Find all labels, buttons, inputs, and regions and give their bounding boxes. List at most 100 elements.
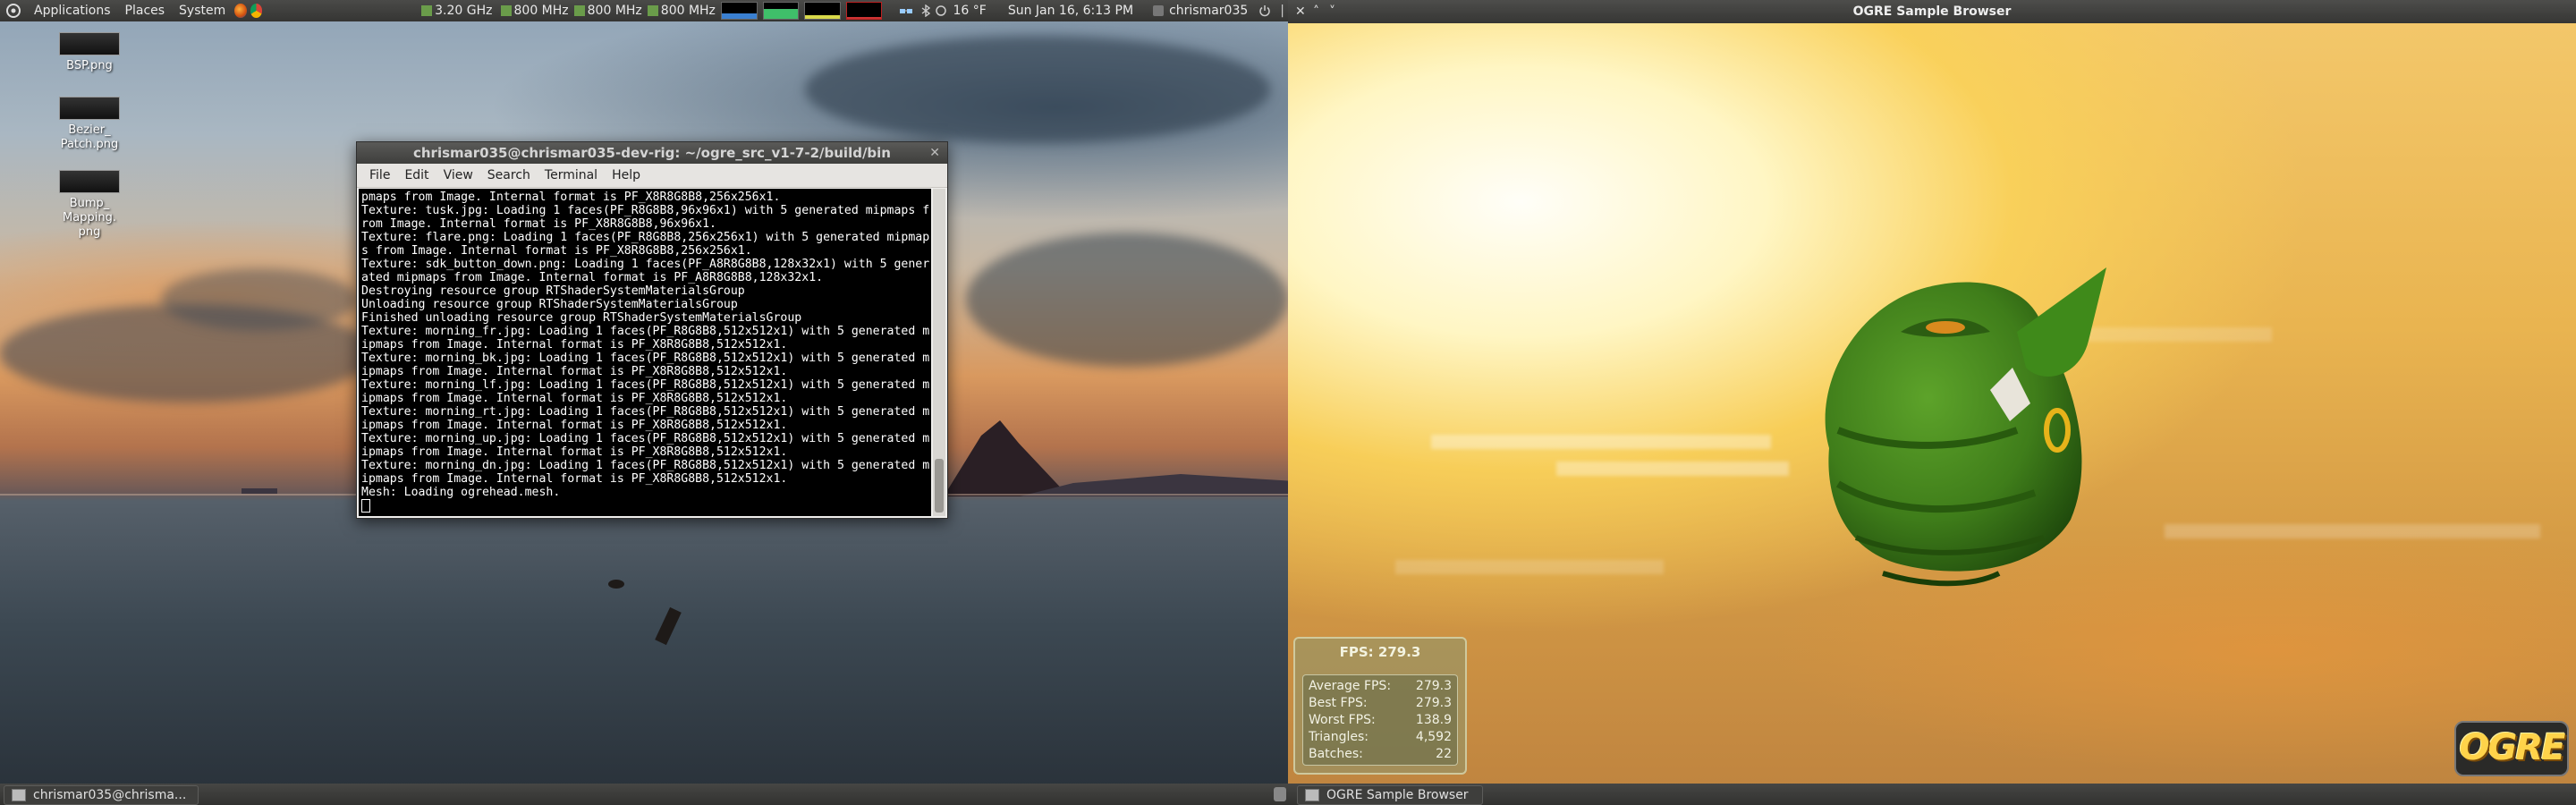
- stat-average-fps: Average FPS: 279.3: [1309, 678, 1452, 695]
- menu-file[interactable]: File: [362, 168, 397, 182]
- terminal-output[interactable]: pmaps from Image. Internal format is PF_…: [359, 189, 931, 516]
- cpu-freq-0[interactable]: 3.20 GHz: [416, 0, 497, 21]
- close-icon[interactable]: ✕: [1295, 0, 1306, 23]
- desktop-icon-bump-mapping[interactable]: Bump_ Mapping. png: [54, 170, 125, 240]
- user-icon: [1153, 5, 1165, 16]
- stat-worst-fps: Worst FPS: 138.9: [1309, 712, 1452, 729]
- terminal-line: Unloading resource group RTShaderSystemM…: [361, 298, 738, 311]
- cpu-freq-label: 3.20 GHz: [435, 4, 493, 18]
- cpu-chip-icon: [647, 5, 658, 16]
- stat-label: Average FPS:: [1309, 679, 1392, 693]
- terminal-line: ipmaps from Image. Internal format is PF…: [361, 365, 788, 378]
- cpu-load-graph[interactable]: [720, 2, 758, 20]
- maximize-icon[interactable]: ˄: [1313, 0, 1319, 23]
- desktop-icon-label: Bump_ Mapping. png: [63, 197, 116, 239]
- terminal-icon: [12, 789, 26, 801]
- menu-search[interactable]: Search: [480, 168, 538, 182]
- scrollbar-thumb[interactable]: [935, 459, 944, 513]
- terminal-line: Texture: tusk.jpg: Loading 1 faces(PF_R8…: [361, 204, 930, 217]
- menu-terminal[interactable]: Terminal: [538, 168, 605, 182]
- terminal-line: s from Image. Internal format is PF_X8R8…: [361, 244, 752, 258]
- stat-triangles: Triangles: 4,592: [1309, 729, 1452, 746]
- terminal-line: ated mipmaps from Image. Internal format…: [361, 271, 824, 284]
- ogre-window-title: OGRE Sample Browser: [1852, 4, 2012, 19]
- window-icon: [1305, 789, 1319, 801]
- memory-load-graph[interactable]: [762, 2, 800, 20]
- terminal-line: ipmaps from Image. Internal format is PF…: [361, 419, 788, 432]
- desktop-icon-label: Bezier_ Patch.png: [60, 123, 119, 151]
- menu-edit[interactable]: Edit: [397, 168, 436, 182]
- bluetooth-icon[interactable]: [919, 0, 933, 21]
- show-desktop-icon[interactable]: [1274, 787, 1286, 801]
- terminal-line: Texture: morning_lf.jpg: Loading 1 faces…: [361, 378, 930, 392]
- cpu-freq-label: 800 MHz: [587, 4, 642, 18]
- firefox-launcher-icon[interactable]: [234, 4, 247, 18]
- ogre-render-viewport[interactable]: FPS: 279.3 Average FPS: 279.3 Best FPS: 27…: [1288, 23, 2576, 784]
- ogre-head-model: [1825, 267, 2106, 587]
- stat-value: 4,592: [1415, 730, 1452, 744]
- image-file-icon: [59, 97, 120, 120]
- stat-label: Worst FPS:: [1309, 713, 1376, 727]
- cpu-freq-1[interactable]: 800 MHz: [498, 0, 572, 21]
- ogre-titlebar[interactable]: ✕ ˄ ˅ OGRE Sample Browser: [1288, 0, 2576, 23]
- terminal-scrollbar[interactable]: [933, 189, 945, 516]
- menu-places[interactable]: Places: [118, 4, 173, 18]
- swap-load-graph[interactable]: [845, 2, 883, 20]
- cpu-chip-icon: [500, 5, 512, 16]
- menu-system[interactable]: System: [172, 4, 233, 18]
- user-switcher[interactable]: chrismar035: [1148, 0, 1253, 21]
- terminal-line: Texture: morning_fr.jpg: Loading 1 faces…: [361, 325, 930, 338]
- stat-batches: Batches: 22: [1309, 746, 1452, 763]
- bottom-panel-left: chrismar035@chrisma...: [0, 784, 1288, 805]
- close-icon[interactable]: ✕: [929, 142, 940, 164]
- distro-logo-icon[interactable]: [0, 0, 27, 21]
- stats-panel: FPS: 279.3 Average FPS: 279.3 Best FPS: 27…: [1293, 637, 1467, 775]
- stat-label: Best FPS:: [1309, 696, 1368, 710]
- terminal-line: ipmaps from Image. Internal format is PF…: [361, 392, 788, 405]
- menu-help[interactable]: Help: [605, 168, 648, 182]
- minimize-icon[interactable]: ˅: [1329, 0, 1335, 23]
- stat-label: Batches:: [1309, 747, 1363, 761]
- cpu-freq-label: 800 MHz: [513, 4, 569, 18]
- taskbar-item-terminal[interactable]: chrismar035@chrisma...: [4, 785, 199, 805]
- clock[interactable]: Sun Jan 16, 6:13 PM: [1003, 0, 1139, 21]
- cpu-freq-3[interactable]: 800 MHz: [645, 0, 718, 21]
- terminal-line: Texture: flare.png: Loading 1 faces(PF_R…: [361, 231, 930, 244]
- terminal-window[interactable]: chrismar035@chrismar035-dev-rig: ~/ogre_…: [356, 141, 948, 519]
- desktop-icon-bsp[interactable]: BSP.png: [54, 32, 125, 73]
- terminal-cursor: [361, 499, 370, 513]
- menu-applications[interactable]: Applications: [27, 4, 118, 18]
- terminal-line: ipmaps from Image. Internal format is PF…: [361, 445, 788, 459]
- power-icon[interactable]: [1253, 0, 1276, 21]
- menu-view[interactable]: View: [436, 168, 480, 182]
- terminal-line: Mesh: Loading ogrehead.mesh.: [361, 486, 561, 499]
- terminal-line: rom Image. Internal format is PF_X8R8G8B…: [361, 217, 716, 231]
- taskbar-item-ogre[interactable]: OGRE Sample Browser: [1297, 785, 1483, 805]
- chrome-launcher-icon[interactable]: [250, 4, 263, 18]
- top-panel: Applications Places System 3.20 GHz 800 …: [0, 0, 1288, 21]
- terminal-titlebar[interactable]: chrismar035@chrismar035-dev-rig: ~/ogre_…: [357, 142, 947, 164]
- terminal-line: pmaps from Image. Internal format is PF_…: [361, 191, 781, 204]
- taskbar-item-label: chrismar035@chrisma...: [33, 788, 187, 802]
- stat-best-fps: Best FPS: 279.3: [1309, 695, 1452, 712]
- desktop-icon-bezier[interactable]: Bezier_ Patch.png: [54, 97, 125, 152]
- user-name: chrismar035: [1169, 4, 1249, 18]
- stat-value: 138.9: [1415, 713, 1452, 727]
- weather-temperature[interactable]: 16 °F: [949, 0, 989, 21]
- image-file-icon: [59, 32, 120, 55]
- terminal-menubar: File Edit View Search Terminal Help: [357, 164, 947, 188]
- panel-separator: |: [1280, 4, 1284, 18]
- terminal-line: Texture: morning_bk.jpg: Loading 1 faces…: [361, 352, 930, 365]
- ogre-logo: OGRE: [2454, 721, 2569, 776]
- network-icon[interactable]: [894, 0, 919, 21]
- terminal-line: Texture: morning_up.jpg: Loading 1 faces…: [361, 432, 930, 445]
- cpu-chip-icon: [421, 5, 433, 16]
- weather-icon[interactable]: [933, 0, 949, 21]
- network-load-graph[interactable]: [804, 2, 841, 20]
- image-file-icon: [59, 170, 120, 193]
- terminal-line: ipmaps from Image. Internal format is PF…: [361, 472, 788, 486]
- desktop-icon-label: BSP.png: [66, 59, 113, 72]
- terminal-line: Finished unloading resource group RTShad…: [361, 311, 802, 325]
- stats-details: Average FPS: 279.3 Best FPS: 279.3 Worst F…: [1302, 674, 1458, 766]
- cpu-freq-2[interactable]: 800 MHz: [572, 0, 645, 21]
